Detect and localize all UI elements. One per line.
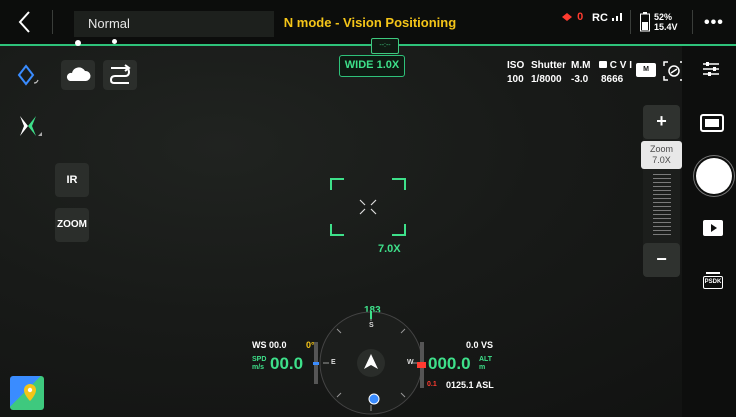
battery-icon	[640, 12, 650, 32]
back-icon[interactable]	[14, 9, 36, 35]
aircraft-position-icon[interactable]	[16, 114, 44, 145]
mini-indicator: --:--	[371, 38, 399, 54]
wind-speed: WS 00.0	[252, 340, 287, 350]
altitude-marker	[417, 362, 426, 368]
speed-value: 00.0	[270, 354, 304, 373]
altitude-small: 0.1	[427, 381, 437, 388]
compass-east: E	[331, 359, 336, 366]
battery-voltage: 15.4V	[654, 22, 678, 32]
divider	[52, 10, 53, 34]
lens-mode-badge[interactable]: WIDE 1.0X	[339, 55, 405, 77]
top-bar: Normal N mode - Vision Positioning 0 RC …	[0, 0, 736, 46]
iso-label: ISO	[507, 60, 525, 71]
drone-alert-icon	[562, 13, 572, 22]
zoom-scale-ticks	[653, 174, 671, 236]
altitude-unit: ALT m	[479, 356, 493, 371]
speed-unit: SPD m/s	[252, 356, 267, 371]
battery-percent: 52%	[654, 12, 673, 22]
zoom-lens-button[interactable]: ZOOM	[55, 208, 89, 242]
camera-storage-badge[interactable]: M	[636, 63, 656, 77]
timeline-bar	[0, 44, 736, 46]
more-menu-icon[interactable]: •••	[704, 14, 724, 32]
reticle-zoom-label: 7.0X	[378, 243, 401, 255]
sd-card-icon	[599, 61, 607, 68]
weather-cloud-icon[interactable]	[61, 60, 95, 90]
speed-marker	[313, 362, 319, 365]
altitude-value: 000.0	[428, 354, 471, 373]
shutter-label: Shutter	[531, 60, 566, 71]
shutter-button[interactable]	[696, 158, 732, 194]
rc-signal[interactable]: RC	[592, 11, 625, 24]
alert-count: 0	[577, 11, 584, 23]
ir-button[interactable]: IR	[55, 163, 89, 197]
compass-west: W	[407, 359, 414, 366]
iso-value: 100	[507, 74, 524, 85]
flight-status-title[interactable]: N mode - Vision Positioning	[270, 15, 470, 30]
psdk-bar	[706, 272, 720, 274]
photo-mode-icon[interactable]	[700, 114, 724, 137]
psdk-label: PSDK	[703, 276, 723, 289]
rc-label: RC	[592, 12, 608, 24]
metering-value: -3.0	[571, 74, 589, 85]
asl-altitude: 0125.1 ASL	[446, 380, 494, 390]
flight-mode-label: Normal	[88, 16, 130, 31]
map-pin-icon	[24, 384, 36, 401]
zoom-reticle	[330, 178, 406, 236]
playback-icon[interactable]	[703, 220, 723, 241]
vertical-speed: 0.0 VS	[466, 340, 494, 350]
map-orientation-icon[interactable]	[16, 64, 42, 93]
signal-bars-icon	[611, 13, 622, 21]
divider	[630, 10, 631, 34]
storage-label: C V I	[599, 60, 632, 71]
zoom-in-button[interactable]: +	[643, 105, 680, 139]
compass-south: S	[369, 322, 374, 329]
settings-sliders-icon[interactable]	[701, 60, 721, 83]
map-thumbnail[interactable]	[10, 376, 44, 410]
shutter-value: 1/8000	[531, 74, 562, 85]
timeline-marker	[75, 40, 81, 46]
storage-value: 8666	[601, 74, 624, 85]
zoom-tooltip-title: Zoom	[649, 144, 673, 154]
flight-mode-selector[interactable]: Normal	[74, 11, 274, 37]
divider	[692, 10, 693, 34]
psdk-button[interactable]: PSDK	[703, 272, 723, 292]
battery-status[interactable]: 52% 15.4V	[654, 12, 678, 32]
metering-label: M.M	[571, 60, 591, 71]
zoom-out-button[interactable]: −	[643, 243, 680, 277]
waypoint-route-icon[interactable]	[103, 60, 137, 90]
timeline-marker	[112, 39, 117, 44]
alert-indicator[interactable]: 0	[560, 11, 583, 23]
zoom-tooltip-value: 7.0X	[652, 155, 671, 165]
zoom-tooltip: Zoom 7.0X	[641, 141, 682, 169]
